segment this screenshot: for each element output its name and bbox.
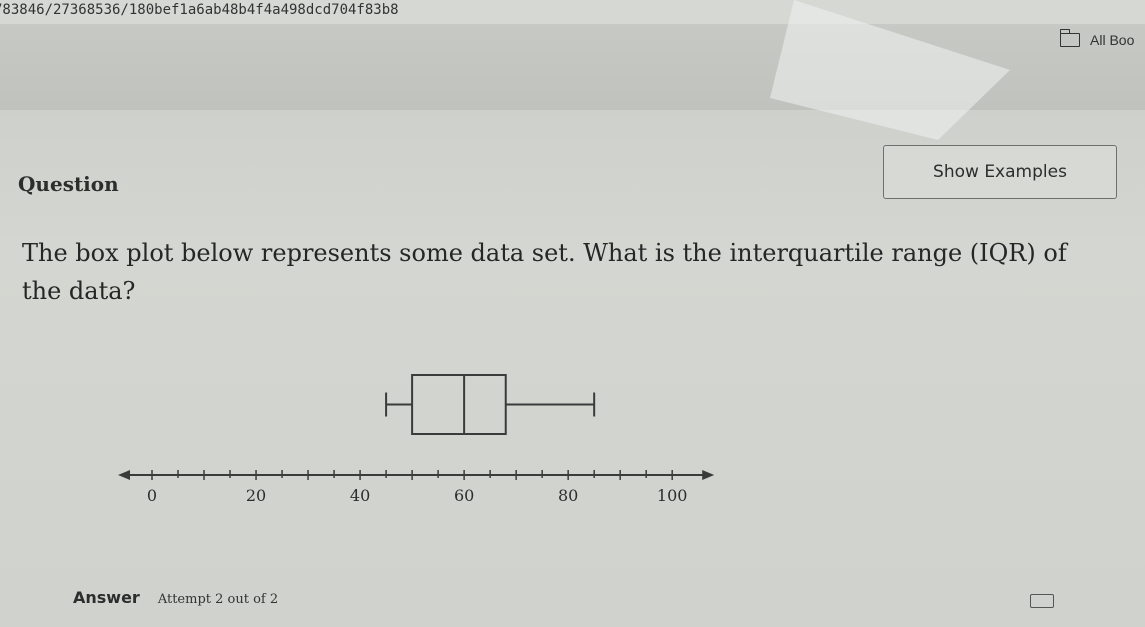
- box-plot-svg: 0 20 40 60 80 100: [118, 374, 715, 505]
- all-bookmarks-label: All Boo: [1090, 32, 1135, 48]
- tick-label: 100: [657, 486, 688, 505]
- axis-arrow-right: [702, 470, 715, 480]
- tick-label: 80: [558, 486, 578, 505]
- tick-label: 40: [350, 486, 370, 505]
- keyboard-icon[interactable]: [1030, 594, 1054, 608]
- tick-label: 20: [246, 486, 266, 505]
- question-panel: Question Show Examples The box plot belo…: [0, 110, 1145, 627]
- question-heading: Question: [18, 172, 119, 196]
- url-text: 783846/27368536/180bef1a6ab48b4f4a498dcd…: [0, 2, 399, 18]
- address-bar[interactable]: 783846/27368536/180bef1a6ab48b4f4a498dcd…: [0, 0, 1145, 24]
- answer-row: Answer Attempt 2 out of 2: [73, 588, 278, 607]
- answer-label: Answer: [73, 588, 140, 607]
- all-bookmarks-button[interactable]: All Boo: [1059, 29, 1135, 48]
- box-plot: 0 20 40 60 80 100: [110, 360, 750, 525]
- attempt-counter: Attempt 2 out of 2: [157, 592, 279, 607]
- axis-arrow-left: [118, 470, 130, 480]
- tick-label: 0: [147, 486, 157, 505]
- iqr-box: [411, 374, 507, 435]
- show-examples-button[interactable]: Show Examples: [883, 145, 1117, 199]
- folder-icon: [1059, 29, 1080, 47]
- tick-label: 60: [454, 486, 474, 505]
- question-text: The box plot below represents some data …: [22, 239, 1067, 305]
